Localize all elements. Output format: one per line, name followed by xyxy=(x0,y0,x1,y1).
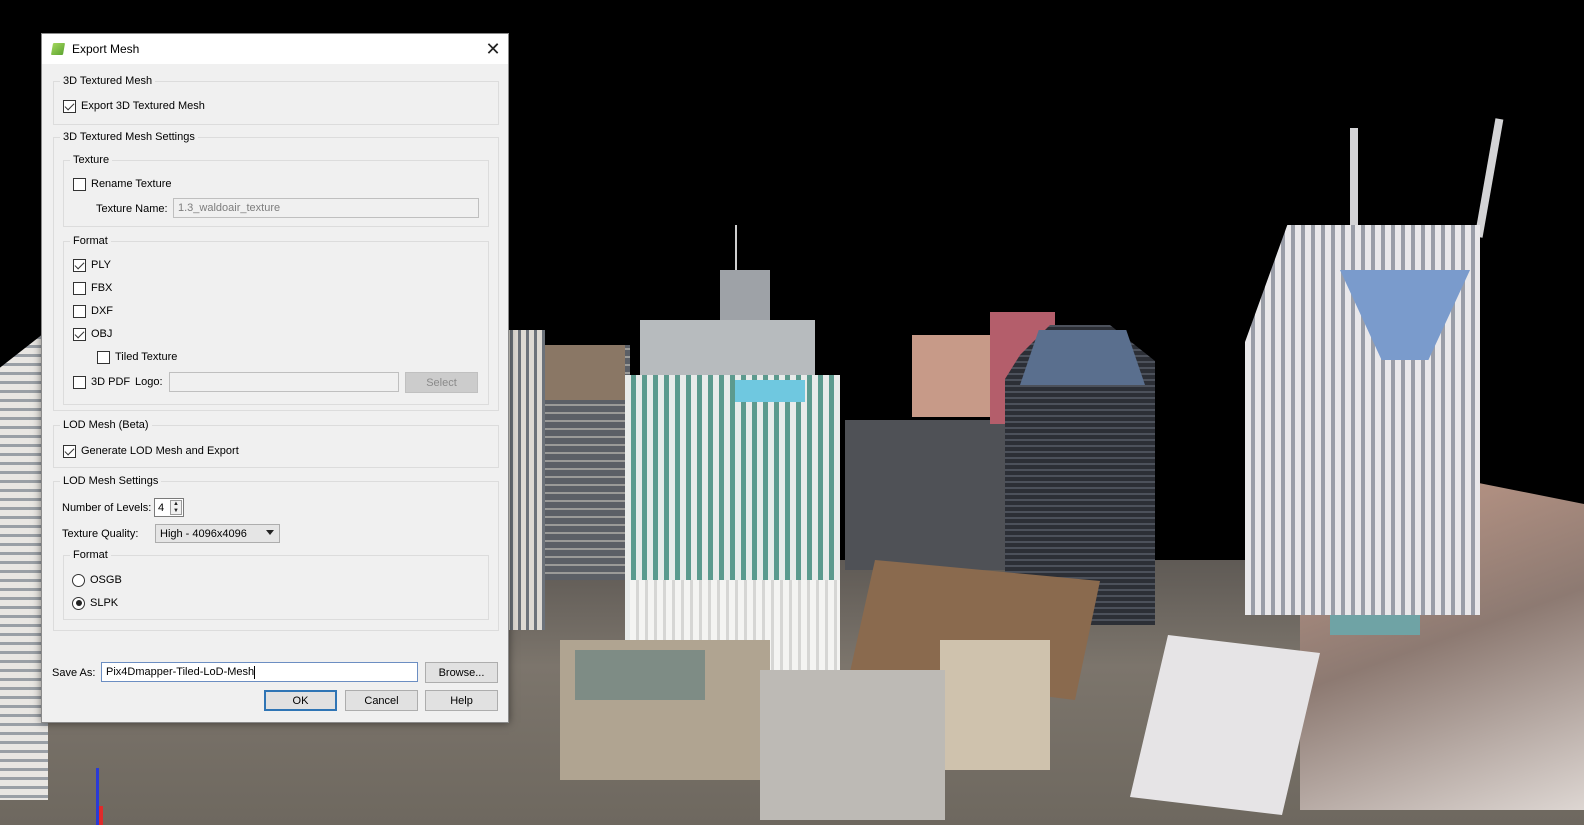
group-title: 3D Textured Mesh Settings xyxy=(63,131,195,143)
group-title: LOD Mesh Settings xyxy=(63,475,159,487)
close-icon: ✕ xyxy=(485,38,501,59)
group-title: Format xyxy=(73,235,108,247)
texture-quality-label: Texture Quality: xyxy=(62,528,139,540)
select-logo-button[interactable]: Select xyxy=(405,372,478,393)
export-mesh-dialog: Export Mesh ✕ 3D Textured Mesh Export 3D… xyxy=(41,33,509,723)
checkbox-label: Export 3D Textured Mesh xyxy=(81,100,205,112)
spinbox-arrows[interactable]: ▲ ▼ xyxy=(170,500,182,515)
format-dxf-checkbox[interactable]: DXF xyxy=(73,303,113,319)
checkbox-label: OBJ xyxy=(91,328,113,340)
format-3d-pdf-checkbox[interactable]: 3D PDF xyxy=(73,374,130,390)
text-cursor xyxy=(254,665,256,679)
building-mesh xyxy=(845,420,1005,570)
dropdown-value: High - 4096x4096 xyxy=(160,527,247,540)
group-title: Format xyxy=(73,549,108,561)
close-button[interactable]: ✕ xyxy=(478,34,508,64)
checkbox-box[interactable] xyxy=(73,375,86,389)
checkbox-label: Rename Texture xyxy=(91,178,172,190)
checkbox-label: Tiled Texture xyxy=(115,351,178,363)
radio-button[interactable] xyxy=(72,596,85,610)
group-title: 3D Textured Mesh xyxy=(63,75,153,87)
checkbox-box[interactable] xyxy=(73,304,86,318)
format-fbx-checkbox[interactable]: FBX xyxy=(73,280,112,296)
pix4d-app-icon xyxy=(50,43,66,55)
radio-label: SLPK xyxy=(90,597,119,609)
building-roof xyxy=(575,650,705,700)
axis-x-icon xyxy=(99,806,103,825)
spin-down-icon[interactable]: ▼ xyxy=(171,508,181,515)
spire xyxy=(1474,118,1504,238)
texture-name-label-row: Texture Name: xyxy=(96,201,168,217)
dialog-title: Export Mesh xyxy=(72,42,140,56)
number-of-levels-label: Number of Levels: xyxy=(62,502,152,514)
checkbox-box[interactable] xyxy=(73,258,86,272)
rename-texture-checkbox[interactable]: Rename Texture xyxy=(73,176,172,192)
generate-lod-checkbox[interactable]: Generate LOD Mesh and Export xyxy=(63,443,239,459)
radio-button[interactable] xyxy=(72,573,85,587)
checkbox-box[interactable] xyxy=(73,177,86,191)
spin-up-icon[interactable]: ▲ xyxy=(171,501,181,508)
tiled-texture-checkbox[interactable]: Tiled Texture xyxy=(97,349,177,365)
checkbox-box[interactable] xyxy=(73,281,86,295)
help-button[interactable]: Help xyxy=(425,690,498,711)
cancel-button[interactable]: Cancel xyxy=(345,690,418,711)
number-of-levels-spinbox[interactable]: 4 ▲ ▼ xyxy=(154,498,184,517)
checkbox-box[interactable] xyxy=(63,99,76,113)
lod-format-group: Format xyxy=(63,549,489,620)
format-obj-checkbox[interactable]: OBJ xyxy=(73,326,112,342)
group-title: LOD Mesh (Beta) xyxy=(63,419,149,431)
building-mesh xyxy=(912,335,992,417)
tower-crown xyxy=(1020,330,1145,385)
quality-label-row: Texture Quality: xyxy=(62,526,138,542)
radio-label: OSGB xyxy=(90,574,122,586)
rooftop-pool xyxy=(735,380,805,402)
save-as-input[interactable]: Pix4Dmapper-Tiled-LoD-Mesh xyxy=(101,662,418,682)
dialog-titlebar[interactable]: Export Mesh ✕ xyxy=(42,34,508,64)
texture-name-input[interactable]: 1.3_waldoair_texture xyxy=(173,198,479,218)
levels-label-row: Number of Levels: xyxy=(62,500,151,516)
export-textured-mesh-checkbox[interactable]: Export 3D Textured Mesh xyxy=(63,98,205,114)
checkbox-box[interactable] xyxy=(63,444,76,458)
ok-button[interactable]: OK xyxy=(264,690,337,711)
checkbox-label: PLY xyxy=(91,259,111,271)
format-osgb-radio[interactable]: OSGB xyxy=(72,572,122,588)
chevron-down-icon xyxy=(266,530,274,535)
browse-button[interactable]: Browse... xyxy=(425,662,498,683)
logo-label: Logo: xyxy=(135,376,163,388)
group-title: Texture xyxy=(73,154,110,166)
checkbox-label: FBX xyxy=(91,282,113,294)
texture-quality-dropdown[interactable]: High - 4096x4096 xyxy=(155,524,280,543)
save-as-label-row: Save As: xyxy=(52,665,95,681)
logo-label-row: Logo: xyxy=(135,374,163,390)
checkbox-label: DXF xyxy=(91,305,113,317)
parking-lot xyxy=(760,670,945,820)
format-ply-checkbox[interactable]: PLY xyxy=(73,257,111,273)
checkbox-label: 3D PDF xyxy=(91,376,131,388)
save-as-value: Pix4Dmapper-Tiled-LoD-Mesh xyxy=(106,666,255,678)
format-slpk-radio[interactable]: SLPK xyxy=(72,595,118,611)
spire xyxy=(1350,128,1358,238)
building-mesh xyxy=(505,330,545,630)
texture-name-label: Texture Name: xyxy=(96,203,168,215)
logo-input[interactable] xyxy=(169,372,399,392)
checkbox-label: Generate LOD Mesh and Export xyxy=(81,445,239,457)
building-mesh xyxy=(940,640,1050,770)
spinbox-value[interactable]: 4 xyxy=(155,502,170,514)
save-as-label: Save As: xyxy=(52,667,96,679)
checkbox-box[interactable] xyxy=(73,327,86,341)
antenna xyxy=(735,225,737,275)
checkbox-box[interactable] xyxy=(97,350,110,364)
